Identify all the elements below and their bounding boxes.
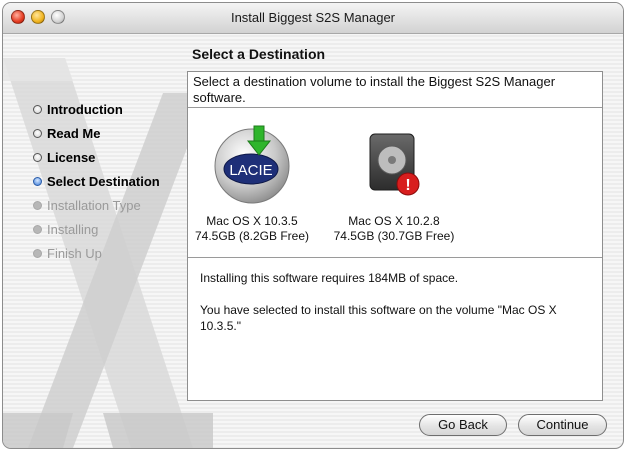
continue-button[interactable]: Continue bbox=[518, 414, 607, 436]
step-bullet-icon bbox=[33, 200, 42, 210]
step-label: License bbox=[47, 149, 96, 165]
step-introduction: Introduction bbox=[33, 97, 193, 121]
lacie-logo-text: LACIE bbox=[229, 162, 272, 179]
lacie-drive-icon: LACIE bbox=[214, 125, 290, 204]
step-finish-up: Finish Up bbox=[33, 241, 193, 265]
step-bullet-icon bbox=[33, 152, 42, 162]
volume-space: 74.5GB (30.7GB Free) bbox=[333, 229, 455, 243]
installer-window: Install Biggest S2S Manager Introduction… bbox=[2, 2, 624, 449]
step-bullet-icon bbox=[33, 248, 42, 258]
volume-name: Mac OS X 10.3.5 bbox=[206, 214, 298, 228]
space-requirement-text: Installing this software requires 184MB … bbox=[200, 271, 459, 285]
title-bar: Install Biggest S2S Manager bbox=[3, 3, 623, 34]
step-installation-type: Installation Type bbox=[33, 193, 193, 217]
step-bullet-icon bbox=[33, 128, 42, 138]
window-title: Install Biggest S2S Manager bbox=[230, 10, 396, 25]
step-bullet-icon bbox=[33, 104, 42, 114]
divider bbox=[188, 257, 602, 258]
hard-drive-alert-icon: ! bbox=[369, 133, 420, 196]
go-back-button[interactable]: Go Back bbox=[419, 414, 507, 436]
step-license: License bbox=[33, 145, 193, 169]
step-installing: Installing bbox=[33, 217, 193, 241]
step-read-me: Read Me bbox=[33, 121, 193, 145]
step-label: Select Destination bbox=[47, 173, 160, 189]
selected-volume-text: You have selected to install this softwa… bbox=[200, 303, 557, 333]
step-label: Introduction bbox=[47, 101, 123, 117]
volume-mac-os-x-10-2-8[interactable]: ! Mac OS X 10.2.8 74.5GB (30.7GB Free) bbox=[326, 122, 462, 244]
volume-space: 74.5GB (8.2GB Free) bbox=[194, 229, 310, 243]
step-label: Read Me bbox=[47, 125, 101, 141]
installer-steps: Introduction Read Me License Select Dest… bbox=[33, 97, 193, 265]
destination-panel: Select a destination volume to install t… bbox=[187, 71, 603, 401]
step-label: Installation Type bbox=[47, 197, 141, 213]
step-select-destination: Select Destination bbox=[33, 169, 193, 193]
alert-mark-icon: ! bbox=[405, 177, 410, 194]
step-bullet-icon bbox=[33, 224, 42, 234]
step-bullet-current-icon bbox=[33, 176, 42, 186]
volume-mac-os-x-10-3-5[interactable]: LACIE Mac OS X 10.3.5 74.5GB (8.2GB Free… bbox=[192, 122, 312, 244]
step-label: Installing bbox=[47, 221, 99, 237]
instruction-text: Select a destination volume to install t… bbox=[193, 74, 556, 105]
page-title: Select a Destination bbox=[192, 46, 326, 62]
step-label: Finish Up bbox=[47, 245, 102, 261]
divider bbox=[188, 107, 602, 108]
volume-name: Mac OS X 10.2.8 bbox=[348, 214, 440, 228]
